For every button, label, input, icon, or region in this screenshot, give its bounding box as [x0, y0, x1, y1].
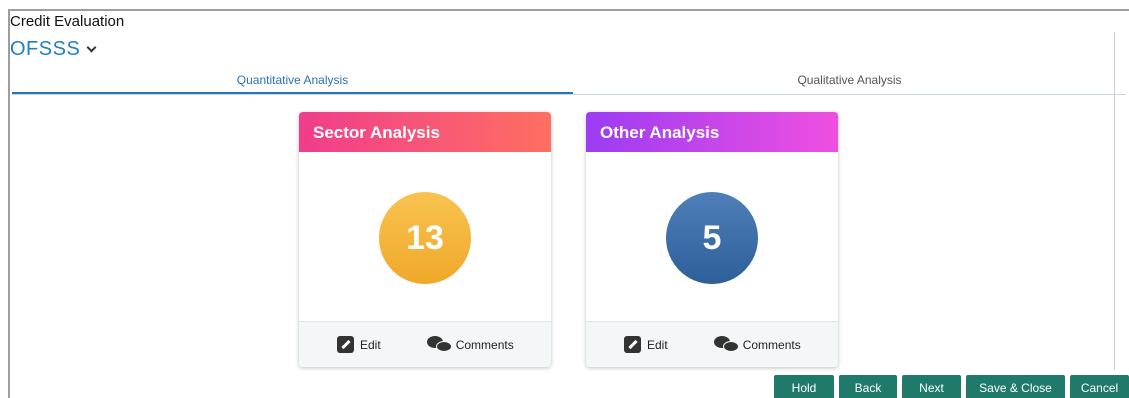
other-edit-button[interactable]: Edit — [624, 336, 668, 353]
sector-edit-label: Edit — [360, 337, 381, 352]
sector-analysis-body: 13 — [299, 152, 551, 320]
comments-icon — [426, 336, 453, 353]
sector-comments-button[interactable]: Comments — [426, 336, 514, 353]
other-analysis-card: Other Analysis 5 Edit Comments — [586, 112, 838, 367]
other-edit-label: Edit — [647, 337, 668, 352]
tab-qualitative-analysis[interactable]: Qualitative Analysis — [573, 64, 1126, 94]
hold-button[interactable]: Hold — [774, 375, 834, 398]
sector-analysis-count: 13 — [379, 192, 471, 284]
application-selector[interactable]: OFSSS — [10, 38, 97, 61]
other-comments-button[interactable]: Comments — [713, 336, 801, 353]
other-comments-label: Comments — [742, 337, 801, 352]
chevron-down-icon[interactable] — [86, 42, 97, 53]
comments-icon — [713, 336, 740, 353]
edit-icon — [624, 336, 641, 353]
sector-analysis-footer: Edit Comments — [299, 321, 551, 367]
back-button[interactable]: Back — [839, 375, 897, 398]
analysis-tabs: Quantitative Analysis Qualitative Analys… — [12, 64, 1126, 95]
application-name: OFSSS — [10, 38, 81, 60]
other-analysis-count: 5 — [666, 192, 758, 284]
cancel-button[interactable]: Cancel — [1070, 375, 1129, 398]
edit-icon — [337, 336, 354, 353]
sector-analysis-card: Sector Analysis 13 Edit Comments — [299, 112, 551, 367]
sector-analysis-title: Sector Analysis — [299, 112, 551, 152]
other-analysis-title: Other Analysis — [586, 112, 838, 152]
other-analysis-body: 5 — [586, 152, 838, 320]
sector-edit-button[interactable]: Edit — [337, 336, 381, 353]
save-close-button[interactable]: Save & Close — [966, 375, 1065, 398]
frame-top-border — [8, 9, 1129, 11]
frame-left-border — [8, 9, 10, 398]
sector-comments-label: Comments — [455, 337, 514, 352]
tab-quantitative-analysis[interactable]: Quantitative Analysis — [12, 64, 573, 94]
next-button[interactable]: Next — [902, 375, 961, 398]
other-analysis-footer: Edit Comments — [586, 321, 838, 367]
page-title: Credit Evaluation — [10, 13, 125, 30]
